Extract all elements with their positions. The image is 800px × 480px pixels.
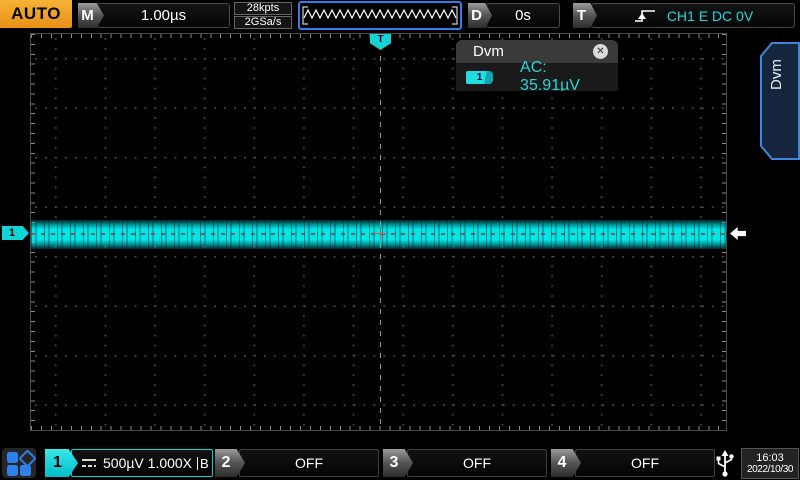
menu-icon-square2 — [7, 465, 18, 476]
time-display: 16:03 — [756, 452, 784, 464]
dvm-popup-body: 1 AC: 35.91µV — [456, 63, 618, 91]
auto-mode-button[interactable]: AUTO — [0, 0, 72, 28]
bottom-ruler-ticks — [31, 426, 726, 430]
channel1-settings[interactable]: 500µV 1.000X B — [71, 449, 213, 477]
close-icon[interactable]: ✕ — [593, 44, 608, 59]
dvm-reading: AC: 35.91µV — [520, 59, 608, 91]
trigger-level-arrow[interactable] — [730, 227, 746, 240]
menu-icon — [7, 452, 18, 463]
channel1-scale: 500µV 1.000X — [103, 455, 192, 471]
clock: 16:03 2022/10/30 — [741, 448, 799, 479]
rising-edge-icon — [633, 7, 657, 25]
trigger-status-box: CH1 E DC 0V — [591, 3, 795, 28]
waveform-preview — [298, 1, 462, 30]
sample-rate: 2GSa/s — [234, 16, 292, 29]
trigger-position-marker[interactable]: T — [370, 34, 391, 50]
menu-button[interactable] — [2, 448, 36, 478]
scope-graticule: T — [30, 33, 727, 431]
dvm-side-tab-label[interactable]: Dvm — [768, 60, 785, 90]
trigger-point-cross-v — [380, 227, 381, 240]
date-display: 2022/10/30 — [747, 464, 793, 476]
delay-value: 0s — [486, 3, 560, 28]
channel1-level-marker[interactable]: 1 — [2, 226, 29, 240]
dvm-channel-badge: 1 — [466, 71, 493, 84]
dc-coupling-icon — [80, 457, 98, 469]
memory-depth: 28kpts — [234, 2, 292, 15]
dvm-popup-title: Dvm — [473, 43, 504, 60]
dvm-popup: Dvm ✕ 1 AC: 35.91µV — [456, 40, 618, 91]
channel2-settings[interactable]: OFF — [239, 449, 379, 477]
acquisition-info: 28kpts 2GSa/s — [234, 2, 292, 29]
bandwidth-limit-indicator: B — [197, 457, 209, 470]
waveform-preview-zigzag — [300, 3, 460, 28]
trigger-info-text: CH1 E DC 0V — [667, 8, 753, 24]
timebase-value: 1.00µs — [97, 3, 230, 28]
channel3-settings[interactable]: OFF — [407, 449, 547, 477]
usb-icon — [714, 449, 736, 478]
channel4-settings[interactable]: OFF — [575, 449, 715, 477]
bottom-bar: 1 500µV 1.000X B 2 OFF 3 OFF 4 OFF 16:03… — [0, 447, 800, 480]
